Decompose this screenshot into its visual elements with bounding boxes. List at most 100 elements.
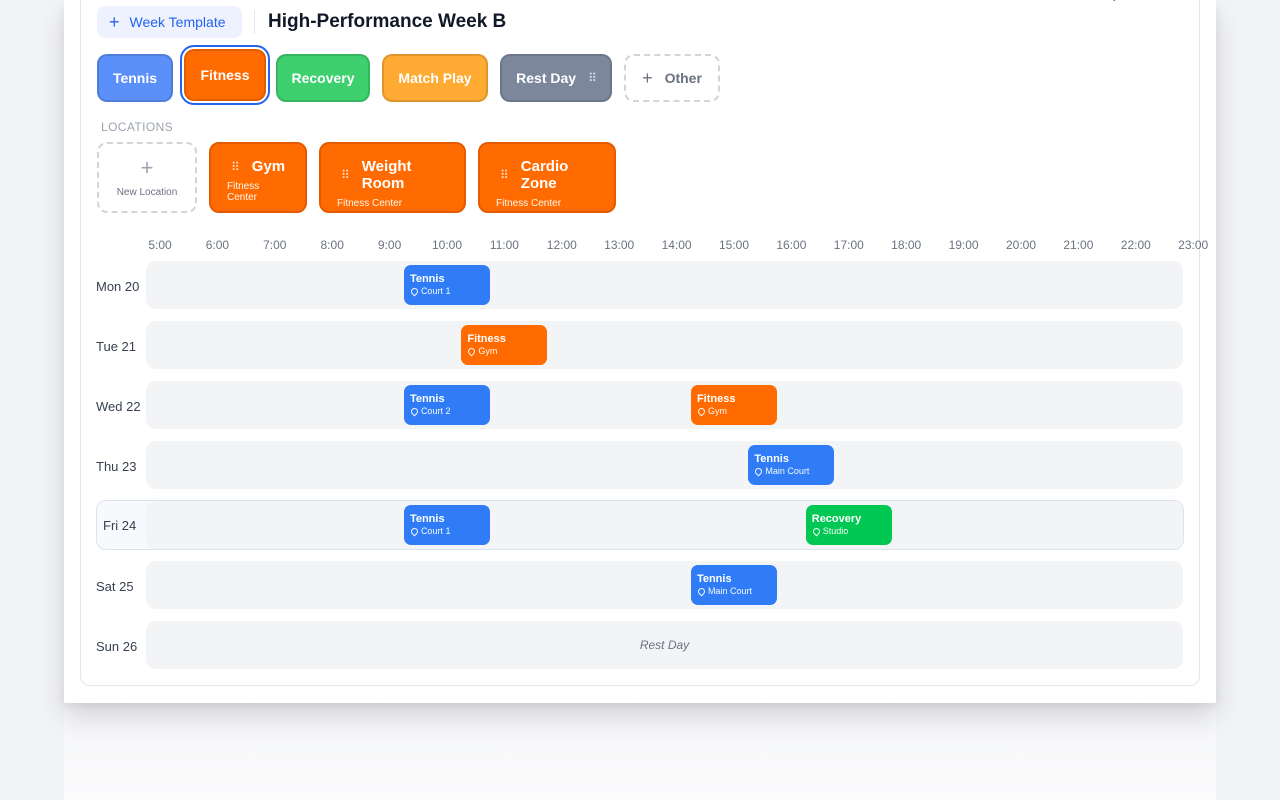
event-title: Tennis <box>409 513 445 525</box>
event-location-text: Court 2 <box>420 406 451 416</box>
hour-label: 23:00 <box>1178 238 1209 252</box>
hour-label: 12:00 <box>546 238 577 252</box>
event-location-text: Gym <box>707 406 727 416</box>
event-block[interactable]: Tennis Court 1 <box>403 505 491 545</box>
hour-label: 15:00 <box>718 238 750 252</box>
day-label: Thu 23 <box>96 458 137 474</box>
locations-heading: LOCATIONS <box>101 120 174 134</box>
location-card-cardio-zone[interactable]: ⠿ Cardio Zone Fitness Center <box>478 142 616 213</box>
event-location-text: Main Court <box>707 586 752 596</box>
day-track[interactable] <box>146 441 1183 489</box>
location-pin-icon <box>409 526 420 537</box>
location-pin-icon <box>696 406 707 417</box>
plus-icon: + <box>109 12 120 32</box>
day-track[interactable]: Rest Day <box>146 621 1183 669</box>
hour-label: 20:00 <box>1005 238 1037 252</box>
plus-icon: + <box>642 67 653 88</box>
location-name: Cardio Zone <box>520 158 569 192</box>
hour-label: 10:00 <box>431 238 463 252</box>
event-location-text: Gym <box>478 346 498 356</box>
event-title: Tennis <box>696 573 732 585</box>
event-location: Court 1 <box>409 286 484 297</box>
day-label: Wed 22 <box>96 398 141 414</box>
hour-label: 5:00 <box>148 238 172 252</box>
event-title: Recovery <box>811 513 862 525</box>
drag-handle-icon[interactable]: ⠿ <box>500 168 509 182</box>
rest-day-text: Rest Day <box>639 638 690 652</box>
hour-label: 17:00 <box>833 238 864 252</box>
activity-chip-tennis[interactable]: Tennis <box>97 54 173 102</box>
location-pin-icon <box>409 286 420 297</box>
week-template-label: Week Template <box>129 14 226 30</box>
drag-handle-icon[interactable]: ⠿ <box>231 160 240 174</box>
event-location: Main Court <box>696 586 771 597</box>
week-template-button[interactable]: + Week Template <box>97 6 242 38</box>
hour-label: 6:00 <box>205 238 230 252</box>
event-block[interactable]: Recovery Studio <box>805 505 892 545</box>
event-title: Tennis <box>409 393 445 405</box>
event-block[interactable]: Fitness Gym <box>461 325 548 365</box>
day-track[interactable] <box>146 501 1183 549</box>
event-block[interactable]: Tennis Main Court <box>748 445 835 485</box>
day-track[interactable] <box>146 381 1183 429</box>
event-title: Tennis <box>409 273 445 285</box>
event-location-text: Court 1 <box>420 526 451 536</box>
location-parent: Fitness Center <box>337 198 403 209</box>
day-track[interactable] <box>146 321 1183 369</box>
hour-label: 11:00 <box>489 238 519 252</box>
day-label: Mon 20 <box>96 278 140 294</box>
day-track[interactable] <box>146 561 1183 609</box>
event-location-text: Main Court <box>765 466 810 476</box>
new-location-label: New Location <box>116 187 178 198</box>
day-track[interactable] <box>146 261 1183 309</box>
hour-label: 18:00 <box>891 238 922 252</box>
day-label: Sat 25 <box>96 578 134 594</box>
activity-chip-rest-day[interactable]: Rest Day ⠿ <box>500 54 612 102</box>
hour-label: 16:00 <box>776 238 807 252</box>
location-pin-icon <box>466 346 477 357</box>
event-location: Gym <box>696 406 771 417</box>
event-block[interactable]: Tennis Court 2 <box>403 385 491 425</box>
event-location: Studio <box>811 526 886 537</box>
hour-label: 8:00 <box>320 238 344 252</box>
day-label: Fri 24 <box>103 517 137 533</box>
event-title: Fitness <box>467 333 506 345</box>
page-title: High-Performance Week B <box>268 11 507 32</box>
activity-chip-match-play[interactable]: Match Play <box>382 54 488 102</box>
activity-chip-recovery[interactable]: Recovery <box>276 54 370 102</box>
location-card-gym[interactable]: ⠿ Gym Fitness Center <box>209 142 307 213</box>
event-title: Tennis <box>754 453 789 465</box>
event-location-text: Studio <box>822 526 849 536</box>
activity-chip-label: Match Play <box>398 70 472 86</box>
event-location: Court 2 <box>409 406 484 417</box>
drag-handle-icon[interactable]: ⠿ <box>341 168 350 182</box>
hour-label: 9:00 <box>377 238 402 252</box>
add-other-activity-button[interactable]: + Other <box>624 54 720 102</box>
event-location: Gym <box>466 346 541 357</box>
plus-icon: + <box>140 155 154 180</box>
divider <box>254 10 255 34</box>
event-location: Court 1 <box>409 526 484 537</box>
drag-handle-icon[interactable]: ⠿ <box>588 71 597 85</box>
activity-chip-fitness[interactable]: Fitness <box>180 45 270 105</box>
activity-chip-label: Rest Day <box>516 70 577 86</box>
location-card-weight-room[interactable]: ⠿ Weight Room Fitness Center <box>319 142 466 213</box>
event-location-text: Court 1 <box>420 286 451 296</box>
event-block[interactable]: Tennis Main Court <box>690 565 778 605</box>
hour-label: 7:00 <box>263 238 287 252</box>
location-pin-icon <box>753 466 764 477</box>
location-pin-icon <box>811 526 822 537</box>
activity-chip-label: Tennis <box>112 70 158 86</box>
day-label: Sun 26 <box>96 638 138 654</box>
hour-label: 14:00 <box>661 238 692 252</box>
location-name: Weight Room <box>361 158 412 192</box>
event-block[interactable]: Tennis Court 1 <box>403 265 491 305</box>
event-title: Fitness <box>696 393 736 405</box>
location-name: Gym <box>251 158 286 175</box>
hour-label: 13:00 <box>604 238 635 252</box>
hour-label: 19:00 <box>948 238 979 252</box>
new-location-button[interactable]: + New Location <box>97 142 197 213</box>
event-block[interactable]: Fitness Gym <box>690 385 778 425</box>
hour-label: 22:00 <box>1120 238 1151 252</box>
location-pin-icon <box>409 406 420 417</box>
